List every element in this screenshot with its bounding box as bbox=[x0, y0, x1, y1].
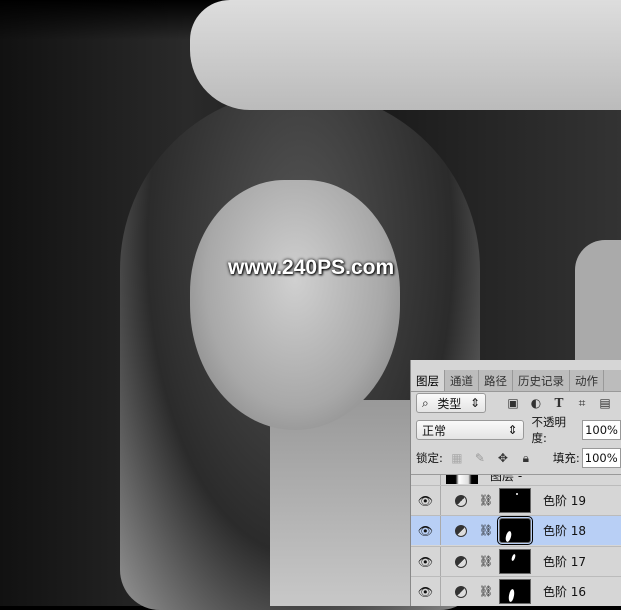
tab-paths[interactable]: 路径 bbox=[479, 370, 513, 391]
link-chain-icon[interactable]: ⛓︎ bbox=[479, 585, 493, 598]
updown-icon: ⇕ bbox=[469, 396, 480, 410]
neck bbox=[270, 400, 420, 606]
face bbox=[190, 180, 400, 430]
layer-mask-thumbnail[interactable] bbox=[498, 549, 531, 574]
tab-history[interactable]: 历史记录 bbox=[513, 370, 570, 391]
opacity-input[interactable]: 100% bbox=[582, 420, 621, 440]
opacity-label: 不透明度: bbox=[531, 415, 567, 445]
lock-pixels-brush-icon[interactable]: ✎ bbox=[471, 451, 489, 465]
link-chain-icon[interactable]: ⛓︎ bbox=[479, 524, 493, 537]
levels-adjustment-icon bbox=[455, 524, 467, 537]
lock-transparency-icon[interactable]: ▦ bbox=[448, 451, 466, 465]
adjustment-filter-icon[interactable]: ◐ bbox=[527, 396, 545, 410]
filter-kind-select[interactable]: ⌕ 类型 ⇕ bbox=[416, 393, 486, 413]
shoulder bbox=[575, 240, 621, 370]
link-chain-icon[interactable]: ⛓︎ bbox=[479, 494, 493, 507]
layer-name: 色阶 17 bbox=[542, 555, 587, 569]
smart-object-filter-icon[interactable]: ▤ bbox=[596, 396, 614, 410]
tab-actions[interactable]: 动作 bbox=[570, 370, 604, 391]
layer-name: 色阶 18 bbox=[542, 524, 587, 538]
layer-row[interactable]: 👁︎ ⛓︎ 色阶 19 bbox=[411, 485, 621, 515]
arm bbox=[190, 0, 621, 110]
layer-row-selected[interactable]: 👁︎ ⛓︎ 色阶 18 bbox=[411, 515, 621, 545]
lock-all-icon[interactable]: 🔒︎ bbox=[517, 451, 535, 466]
levels-adjustment-icon bbox=[455, 555, 467, 568]
fill-input[interactable]: 100% bbox=[581, 448, 621, 468]
levels-adjustment-icon bbox=[455, 494, 467, 507]
layer-row[interactable]: 👁︎ ⛓︎ 色阶 17 bbox=[411, 546, 621, 576]
visibility-eye-icon[interactable]: 👁︎ bbox=[411, 577, 441, 606]
blend-mode-select[interactable]: 正常 ⇕ bbox=[416, 420, 524, 440]
shape-filter-icon[interactable]: ⌗ bbox=[573, 396, 591, 411]
lock-position-move-icon[interactable]: ✥ bbox=[494, 451, 512, 465]
layer-mask-thumbnail[interactable] bbox=[498, 488, 531, 513]
layer-name: 色阶 19 bbox=[542, 494, 587, 508]
layer-row-partial[interactable]: 图层 - bbox=[411, 474, 621, 485]
type-filter-icon[interactable]: T bbox=[550, 396, 568, 410]
search-icon: ⌕ bbox=[422, 395, 429, 410]
tab-layers[interactable]: 图层 bbox=[411, 370, 445, 391]
fill-label: 填充: bbox=[552, 451, 580, 465]
visibility-eye-icon[interactable]: 👁︎ bbox=[411, 547, 441, 576]
image-filter-icon[interactable]: ▣ bbox=[504, 396, 522, 410]
layer-thumbnail bbox=[446, 475, 478, 484]
updown-icon: ⇕ bbox=[507, 423, 518, 437]
visibility-eye-icon[interactable]: 👁︎ bbox=[411, 486, 441, 515]
layer-row[interactable]: 👁︎ ⛓︎ 色阶 16 bbox=[411, 576, 621, 606]
panel-tabs: 图层 通道 路径 历史记录 动作 bbox=[411, 370, 621, 392]
tab-channels[interactable]: 通道 bbox=[445, 370, 479, 391]
levels-adjustment-icon bbox=[455, 585, 467, 598]
layer-mask-thumbnail[interactable] bbox=[498, 579, 531, 604]
layers-panel: 图层 通道 路径 历史记录 动作 ⌕ 类型 ⇕ ▣ ◐ T ⌗ ▤ 正常 ⇕ 不… bbox=[410, 360, 621, 606]
layer-name: 色阶 16 bbox=[542, 585, 587, 599]
visibility-eye-icon[interactable]: 👁︎ bbox=[411, 516, 441, 545]
link-chain-icon[interactable]: ⛓︎ bbox=[479, 555, 493, 568]
layer-mask-thumbnail[interactable] bbox=[496, 516, 533, 545]
lock-label: 锁定: bbox=[416, 451, 443, 465]
watermark: www.240PS.com bbox=[228, 256, 395, 279]
